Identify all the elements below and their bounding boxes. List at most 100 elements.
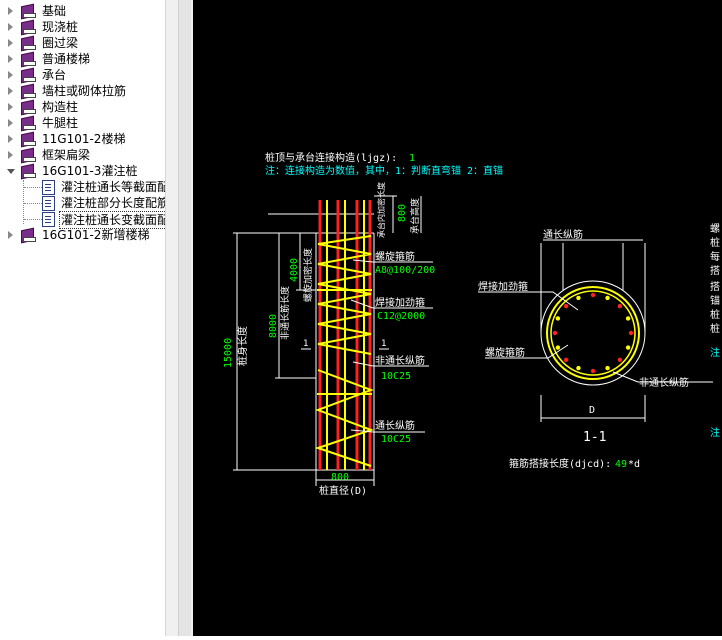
section-rebar-dot	[625, 345, 631, 350]
document-icon	[42, 196, 55, 211]
expand-arrow-icon[interactable]	[8, 23, 13, 31]
dense-length-label: 螺旋加密长度	[302, 248, 314, 302]
book-icon	[21, 51, 36, 68]
right-cut-text: 螺	[710, 223, 720, 235]
weld-hoop-label: 焊接加劲箍	[375, 296, 425, 309]
expand-arrow-icon[interactable]	[8, 39, 13, 47]
lap-length-suffix: *d	[628, 459, 640, 470]
section-title: 1-1	[583, 430, 606, 445]
collapse-arrow-icon[interactable]	[7, 169, 15, 174]
section-through-label: 通长纵筋	[543, 228, 583, 241]
right-cut-text: 搭	[710, 280, 720, 293]
connection-note: 注：连接构造为数值，其中，1：判断直弯锚 2：直锚	[265, 164, 503, 177]
expand-arrow-icon[interactable]	[8, 231, 13, 239]
tree-scrollbar[interactable]	[165, 0, 194, 636]
section-rebar-dot	[590, 368, 596, 374]
section-rebar-dot	[625, 316, 631, 321]
cap-height-label: 承台高度	[409, 198, 421, 234]
section-rebar-dot	[576, 295, 581, 301]
tree-item-label: 普通楼梯	[42, 52, 91, 66]
dim-800-bottom: 800	[331, 472, 349, 483]
document-icon	[42, 212, 55, 227]
tree-item-label: 基础	[42, 4, 67, 18]
book-icon	[21, 227, 36, 244]
section-rebar-dot	[590, 292, 596, 298]
scrollbar-thumb[interactable]	[178, 0, 191, 636]
right-note-1: 注	[710, 346, 720, 359]
book-icon	[21, 67, 36, 84]
expand-arrow-icon[interactable]	[8, 119, 13, 127]
right-cut-text: 搭	[710, 264, 720, 277]
tree-item-label: 灌注桩通长等截面配	[61, 180, 165, 194]
book-icon	[21, 131, 36, 148]
section-rebar-dot	[617, 303, 623, 309]
section-mark-left: 1	[303, 339, 308, 349]
project-tree[interactable]: 基础现浇桩圈过梁普通楼梯承台墙柱或砌体拉筋 构造柱牛腿柱 11G101-2楼梯 框架扁…	[0, 0, 165, 636]
nonthrough-rebar-label: 非通长纵筋	[375, 354, 425, 367]
expand-arrow-icon[interactable]	[8, 103, 13, 111]
section-mark-right: 1	[381, 339, 386, 349]
tree-item-label: 承台	[42, 68, 67, 82]
tree-item-label: 11G101-2楼梯	[42, 132, 126, 146]
dim-4000: 4000	[289, 258, 300, 282]
section-rebar-dot	[563, 303, 569, 309]
expand-arrow-icon[interactable]	[8, 7, 13, 15]
section-rebar-dot	[605, 365, 610, 371]
nonthrough-length-label: 非通长筋长度	[279, 286, 291, 340]
tree-item-label: 构造柱	[42, 100, 79, 114]
section-D-label: D	[589, 405, 595, 416]
book-icon	[21, 115, 36, 132]
section-1-1	[478, 239, 713, 422]
dim-15000: 15000	[223, 338, 234, 368]
expand-arrow-icon[interactable]	[8, 151, 13, 159]
section-spiral-label: 螺旋箍筋	[485, 346, 525, 359]
book-icon	[21, 99, 36, 116]
section-rebar-dot	[555, 345, 561, 350]
weld-hoop-value: C12@2000	[377, 311, 425, 322]
section-weld-label: 焊接加劲箍	[478, 280, 528, 293]
section-rebar-dot	[628, 330, 634, 336]
tree-item-label: 现浇桩	[42, 20, 79, 34]
section-rebar-dot	[605, 295, 610, 301]
book-icon	[21, 163, 36, 180]
section-rebar-dot	[552, 330, 558, 336]
section-rebar-dot	[617, 357, 623, 363]
tree-item-label: 框架扁梁	[42, 148, 91, 162]
spiral-stirrup-value: A8@100/200	[375, 265, 435, 276]
nonthrough-rebar-value: 10C25	[381, 371, 411, 382]
tree-item-label: 圈过梁	[42, 36, 79, 50]
tree-item-label: 16G101-3灌注桩	[42, 164, 138, 178]
pile-diameter-label: 桩直径(D)	[319, 484, 367, 497]
tree-item-label: 墙柱或砌体拉筋	[42, 84, 127, 98]
lap-length-value: 49	[615, 459, 627, 470]
drawing-canvas[interactable]: 桩顶与承台连接构造(ljgz): 1 注：连接构造为数值，其中，1：判断直弯锚 …	[193, 0, 722, 636]
book-icon	[21, 19, 36, 36]
tree-item-label: 16G101-2新增楼梯	[42, 228, 150, 242]
right-cut-text: 桩	[710, 308, 720, 321]
book-icon	[21, 147, 36, 164]
tree-item-label: 牛腿柱	[42, 116, 79, 130]
connection-label: 桩顶与承台连接构造(ljgz):	[265, 151, 397, 164]
section-rebar-dot	[563, 357, 569, 363]
book-icon	[21, 35, 36, 52]
expand-arrow-icon[interactable]	[8, 55, 13, 63]
book-icon	[21, 83, 36, 100]
section-nonthrough-label: 非通长纵筋	[639, 376, 689, 389]
right-cut-text: 每	[710, 250, 720, 263]
right-cut-text: 桩	[710, 236, 720, 249]
expand-arrow-icon[interactable]	[8, 87, 13, 95]
cap-inner-label: 承台内加密长度	[376, 182, 386, 238]
document-icon	[42, 180, 55, 195]
tree-item-label: 灌注桩部分长度配筋	[61, 196, 165, 210]
dim-800-top: 800	[397, 204, 408, 222]
book-icon	[21, 3, 36, 20]
section-rebar-dot	[576, 365, 581, 371]
right-cut-text: 锚	[710, 295, 720, 307]
expand-arrow-icon[interactable]	[8, 71, 13, 79]
connection-value: 1	[409, 153, 415, 164]
right-cut-text: 桩	[710, 322, 720, 335]
section-rebar-dot	[555, 316, 561, 321]
expand-arrow-icon[interactable]	[8, 135, 13, 143]
lap-length-label: 箍筋搭接长度(djcd):	[509, 457, 611, 470]
dim-8000: 8000	[268, 314, 279, 338]
